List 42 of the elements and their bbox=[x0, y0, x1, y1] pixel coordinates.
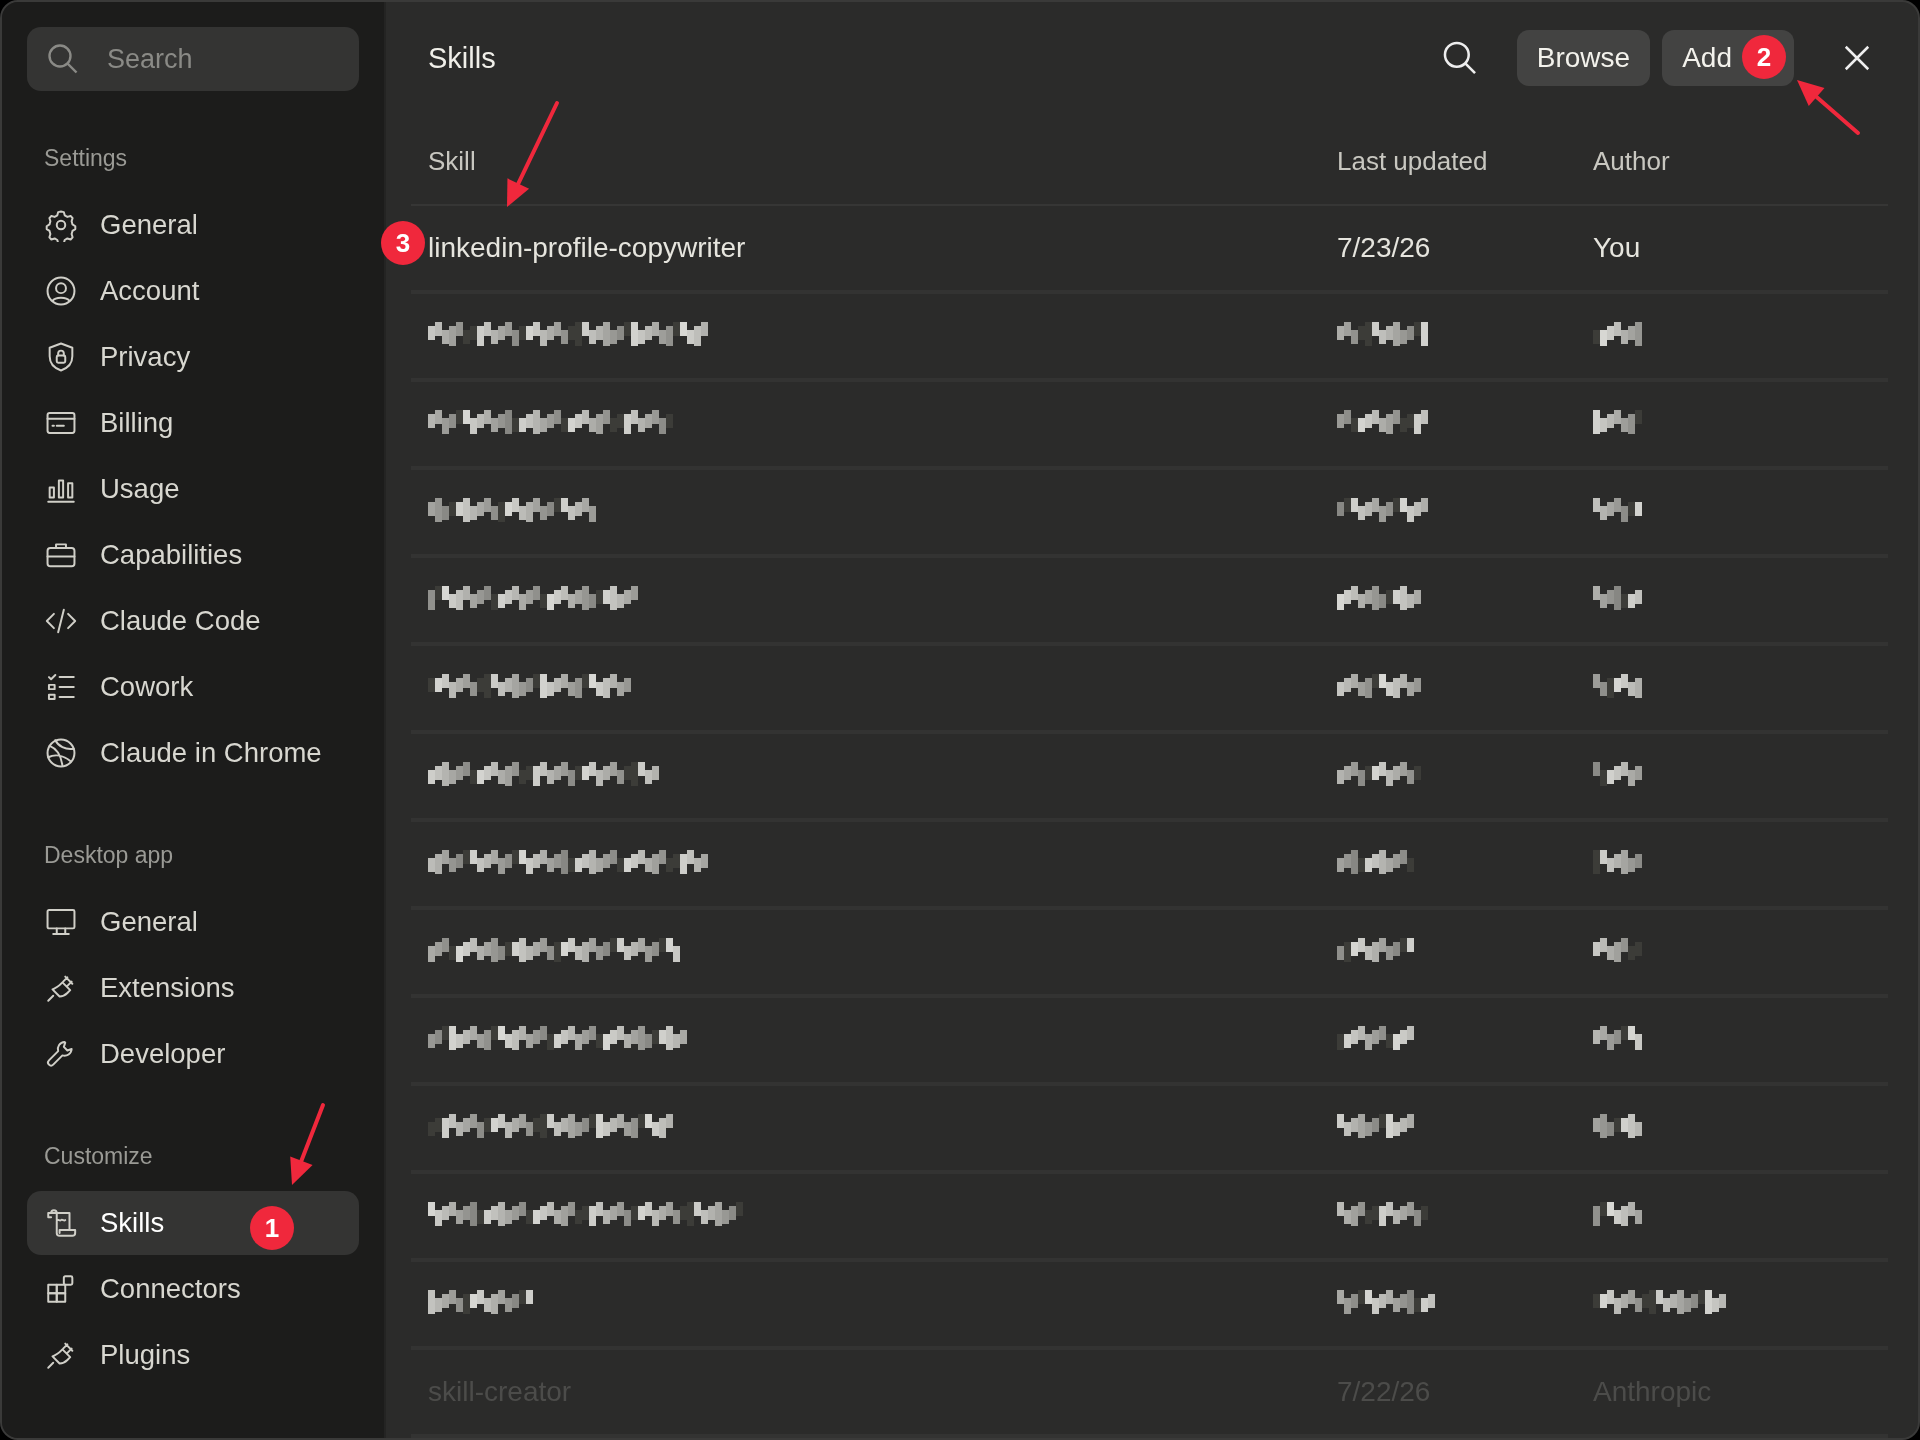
column-header: Author bbox=[1593, 146, 1670, 177]
table-cell: 7/23/26 bbox=[1337, 231, 1431, 263]
section-title: Customize bbox=[43, 1143, 154, 1170]
column-header: Last updated bbox=[1337, 146, 1488, 177]
panel-title: Skills bbox=[428, 41, 497, 75]
user-icon bbox=[44, 274, 78, 308]
table-cell: You bbox=[1593, 231, 1641, 263]
browse-button[interactable]: Browse bbox=[1516, 30, 1651, 87]
section-title: Desktop app bbox=[43, 842, 175, 869]
search-field[interactable]: Search bbox=[27, 27, 359, 91]
redacted-text bbox=[1593, 937, 1642, 962]
annotation-arrow bbox=[1797, 80, 1860, 135]
sidebar-item[interactable]: Extensions bbox=[27, 956, 359, 1020]
redacted-text bbox=[1593, 497, 1642, 522]
sidebar-item[interactable]: General bbox=[27, 890, 359, 954]
sidebar-item[interactable]: Billing bbox=[27, 391, 359, 455]
sidebar-item[interactable]: Cowork bbox=[27, 655, 359, 719]
redacted-text bbox=[1593, 761, 1642, 786]
sidebar-item[interactable]: Connectors bbox=[27, 1257, 359, 1321]
table-cell[interactable]: linkedin-profile-copywriter bbox=[428, 231, 746, 263]
sidebar-item[interactable]: Claude Code bbox=[27, 589, 359, 653]
sidebar-item[interactable]: Privacy bbox=[27, 325, 359, 389]
redacted-text bbox=[1593, 849, 1642, 874]
redacted-text bbox=[1593, 673, 1642, 698]
sidebar-item[interactable]: Claude in Chrome bbox=[27, 721, 359, 785]
globe-icon bbox=[44, 736, 78, 770]
column-header: Skill bbox=[428, 146, 476, 177]
sidebar-item[interactable]: Plugins bbox=[27, 1323, 359, 1387]
sidebar-item[interactable]: Usage bbox=[27, 457, 359, 521]
sidebar-item[interactable]: Capabilities bbox=[27, 523, 359, 587]
redacted-text bbox=[1593, 409, 1642, 434]
sidebar-item[interactable]: General bbox=[27, 193, 359, 257]
redacted-text bbox=[1593, 1113, 1642, 1138]
redacted-text bbox=[1593, 585, 1642, 610]
scroll-icon bbox=[44, 1206, 78, 1240]
sidebar-item[interactable]: Developer bbox=[27, 1022, 359, 1086]
sidebar-item[interactable]: Account bbox=[27, 259, 359, 323]
redacted-text bbox=[1593, 1201, 1642, 1226]
gear-icon bbox=[44, 208, 78, 242]
redacted-text bbox=[1593, 321, 1642, 346]
section-title: Settings bbox=[43, 145, 129, 172]
redacted-text bbox=[1593, 1025, 1642, 1050]
